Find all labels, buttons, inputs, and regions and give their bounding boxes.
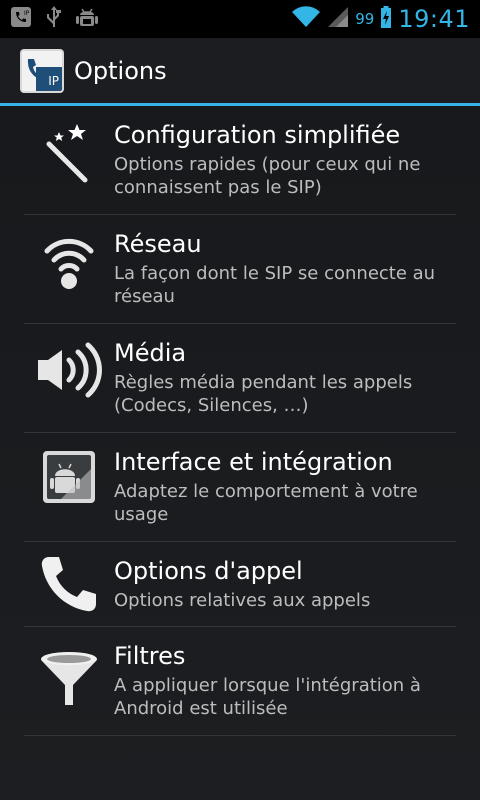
item-title: Options d'appel bbox=[114, 557, 303, 585]
settings-list: Configuration simplifiée Options rapides… bbox=[0, 106, 480, 736]
battery-percent: 99 bbox=[355, 10, 375, 28]
item-title: Réseau bbox=[114, 230, 202, 258]
speaker-icon bbox=[24, 324, 114, 400]
item-title: Média bbox=[114, 339, 187, 367]
action-bar: IP Options bbox=[0, 38, 480, 106]
magic-wand-icon bbox=[24, 106, 114, 186]
app-icon[interactable]: IP bbox=[20, 48, 64, 93]
item-subtitle: Règles média pendant les appels (Codecs,… bbox=[114, 372, 413, 416]
list-item-media[interactable]: Média Règles média pendant les appels (C… bbox=[24, 324, 456, 433]
funnel-filter-icon bbox=[24, 627, 114, 707]
status-bar: IP 99 19:41 bbox=[0, 0, 480, 38]
android-debug-icon bbox=[76, 5, 98, 33]
list-item-call-options[interactable]: Options d'appel Options relatives aux ap… bbox=[24, 542, 456, 627]
list-item-interface[interactable]: Interface et intégration Adaptez le comp… bbox=[24, 433, 456, 542]
item-title: Interface et intégration bbox=[114, 448, 393, 476]
app-icon-label: IP bbox=[48, 73, 59, 88]
list-item-network[interactable]: Réseau La façon dont le SIP se connecte … bbox=[24, 215, 456, 324]
phone-handset-icon bbox=[24, 542, 114, 614]
item-subtitle: Adaptez le comportement à votre usage bbox=[114, 481, 418, 525]
item-subtitle: Options relatives aux appels bbox=[114, 590, 371, 611]
item-title: Configuration simplifiée bbox=[114, 121, 401, 149]
signal-icon bbox=[327, 5, 349, 33]
clock: 19:41 bbox=[398, 5, 470, 33]
svg-text:IP: IP bbox=[24, 10, 30, 17]
sip-icon: IP bbox=[10, 6, 32, 32]
list-item-filters[interactable]: Filtres A appliquer lorsque l'intégratio… bbox=[24, 627, 456, 736]
list-item-simplified-config[interactable]: Configuration simplifiée Options rapides… bbox=[24, 106, 456, 215]
battery-charging-icon bbox=[380, 5, 392, 33]
wifi-icon bbox=[291, 5, 321, 33]
item-subtitle: A appliquer lorsque l'intégration à Andr… bbox=[114, 675, 421, 719]
item-subtitle: Options rapides (pour ceux qui ne connai… bbox=[114, 154, 421, 198]
android-interface-icon bbox=[24, 433, 114, 505]
item-title: Filtres bbox=[114, 642, 186, 670]
item-subtitle: La façon dont le SIP se connecte au rése… bbox=[114, 263, 436, 307]
wifi-network-icon bbox=[24, 215, 114, 291]
page-title: Options bbox=[74, 56, 167, 85]
usb-icon bbox=[46, 5, 62, 33]
